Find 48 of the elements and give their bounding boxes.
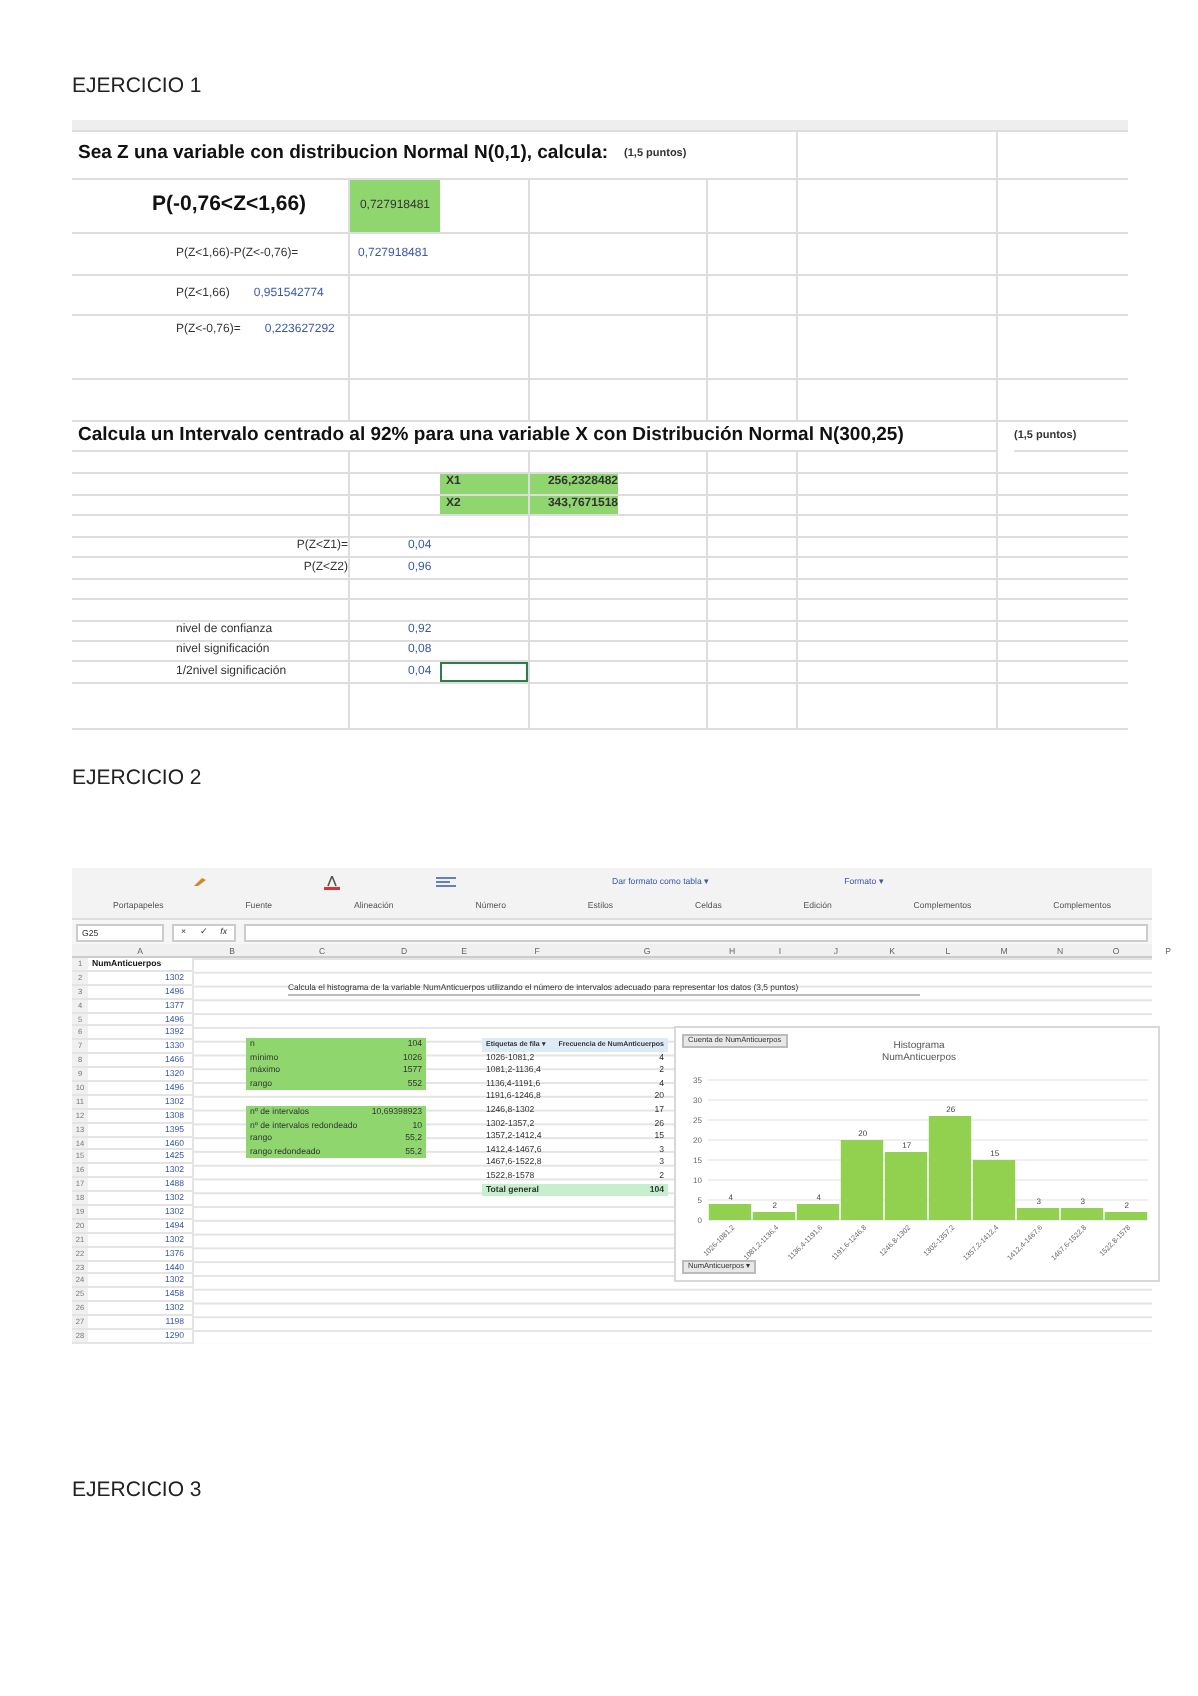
spreadsheet-cell (618, 380, 708, 422)
spreadsheet-cell (708, 580, 798, 600)
spreadsheet-cell (618, 234, 708, 276)
spreadsheet-cell (708, 684, 798, 730)
spreadsheet-cell (440, 600, 530, 622)
spreadsheet-cell (708, 495, 798, 516)
spreadsheet-cell (708, 516, 798, 538)
spreadsheet-cell (618, 538, 708, 558)
spreadsheet-cell (708, 316, 798, 380)
sheet-title: Sea Z una variable con distribucion Normal N(0,1), calcula: (78, 140, 609, 169)
align-icon (436, 876, 456, 890)
spreadsheet-cell (708, 276, 798, 316)
spreadsheet-cell (618, 316, 708, 380)
brush-icon (192, 876, 208, 890)
font-color-icon (324, 875, 340, 891)
spreadsheet-cell (618, 642, 708, 662)
spreadsheet-cell (708, 622, 798, 642)
spreadsheet-cell (440, 622, 530, 642)
spreadsheet-cell (708, 234, 798, 276)
spreadsheet-cell (618, 516, 708, 538)
spreadsheet-cell (440, 276, 530, 316)
spreadsheet-cell (618, 474, 708, 495)
formula-input[interactable] (244, 923, 1148, 941)
spreadsheet-cell (440, 538, 530, 558)
spreadsheet-cell (708, 662, 798, 684)
spreadsheet-cell (618, 662, 708, 684)
spreadsheet-cell (618, 622, 708, 642)
section-heading: EJERCICIO 1 (72, 72, 204, 100)
spreadsheet-cell (708, 558, 798, 580)
spreadsheet-cell (618, 600, 708, 622)
spreadsheet-cell (708, 600, 798, 622)
spreadsheet-cell (440, 558, 530, 580)
spreadsheet-cell (440, 316, 530, 380)
spreadsheet-cell (618, 684, 708, 730)
section-heading: EJERCICIO 3 (72, 1475, 204, 1504)
spreadsheet-cell (708, 642, 798, 662)
spreadsheet-cell (440, 380, 530, 422)
spreadsheet-cell (618, 580, 708, 600)
spreadsheet-cell (618, 495, 708, 516)
spreadsheet-cell (708, 538, 798, 558)
sheet-title: Calcula un Intervalo centrado al 92% para una variable X con Distribución Normal N(300,25) (78, 421, 904, 450)
spreadsheet-cell (618, 276, 708, 316)
section-heading: EJERCICIO 2 (72, 764, 204, 792)
spreadsheet-cell (440, 580, 530, 600)
spreadsheet-cell (708, 474, 798, 495)
spreadsheet-cell (618, 558, 708, 580)
spreadsheet-cell (440, 516, 530, 538)
spreadsheet-cell (708, 380, 798, 422)
